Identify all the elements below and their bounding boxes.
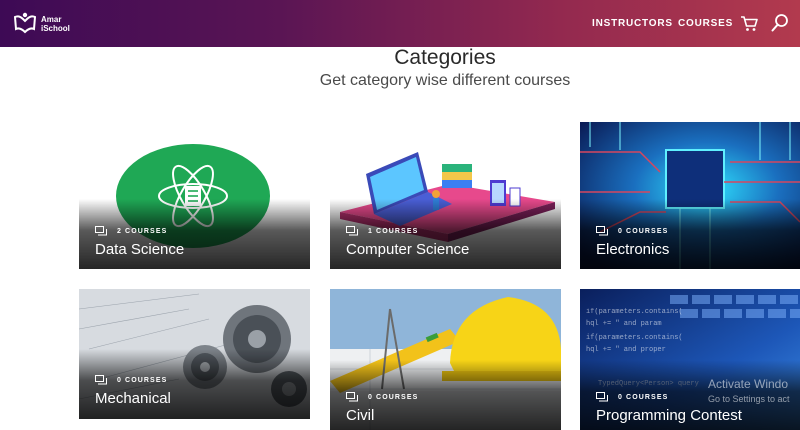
course-count: 0 COURSES: [117, 376, 168, 384]
category-card-programming-contest[interactable]: if(parameters.contains( hql += " and par…: [580, 289, 800, 430]
course-count-row: 0 COURSES: [95, 375, 167, 385]
book-stack-icon: [346, 226, 358, 236]
svg-text:hql += " and param: hql += " and param: [586, 320, 662, 328]
course-count: 0 COURSES: [368, 393, 419, 401]
category-card-electronics[interactable]: 0 COURSES Electronics: [580, 122, 800, 269]
category-card-mechanical[interactable]: 0 COURSES Mechanical: [79, 289, 310, 419]
course-count-row: 0 COURSES: [346, 392, 418, 402]
category-card-civil[interactable]: 0 COURSES Civil: [330, 289, 561, 430]
course-count: 2 COURSES: [117, 227, 168, 235]
top-navbar: Amar iSchool INSTRUCTORS COURSES: [0, 0, 800, 47]
category-name[interactable]: Civil: [346, 407, 374, 424]
search-icon[interactable]: [771, 13, 789, 33]
book-stack-icon: [346, 392, 358, 402]
course-count-row: 1 COURSES: [346, 226, 418, 236]
course-count: 1 COURSES: [368, 227, 419, 235]
svg-text:hql += " and proper: hql += " and proper: [586, 346, 666, 354]
category-name[interactable]: Data Science: [95, 241, 184, 258]
brand-name: Amar iSchool: [41, 15, 70, 33]
book-stack-icon: [596, 226, 608, 236]
svg-text:if(parameters.contains(: if(parameters.contains(: [586, 308, 683, 316]
brand-line-2: iSchool: [41, 24, 70, 33]
category-name[interactable]: Programming Contest: [596, 407, 742, 424]
section-subtitle: Get category wise different courses: [319, 72, 571, 89]
course-count: 0 COURSES: [618, 393, 669, 401]
cart-icon[interactable]: [740, 15, 758, 32]
svg-text:if(parameters.contains(: if(parameters.contains(: [586, 334, 683, 342]
course-count: 0 COURSES: [618, 227, 669, 235]
brand-line-1: Amar: [41, 15, 62, 24]
nav-instructors[interactable]: INSTRUCTORS: [592, 18, 673, 29]
category-name[interactable]: Mechanical: [95, 390, 171, 407]
brand-logo[interactable]: Amar iSchool: [12, 9, 92, 39]
nav-courses[interactable]: COURSES: [678, 18, 733, 29]
category-card-computer-science[interactable]: 1 COURSES Computer Science: [330, 122, 561, 269]
logo-mark-icon: [13, 12, 37, 34]
course-count-row: 2 COURSES: [95, 226, 167, 236]
category-name[interactable]: Computer Science: [346, 241, 469, 258]
book-stack-icon: [596, 392, 608, 402]
windows-activation-hint: Go to Settings to act: [708, 394, 790, 404]
book-stack-icon: [95, 375, 107, 385]
windows-activation-watermark: Activate Windo: [708, 377, 789, 391]
course-count-row: 0 COURSES: [596, 226, 668, 236]
course-count-row: 0 COURSES: [596, 392, 668, 402]
section-title: Categories: [394, 46, 496, 69]
category-name[interactable]: Electronics: [596, 241, 669, 258]
category-card-data-science[interactable]: 2 COURSES Data Science: [79, 122, 310, 269]
book-stack-icon: [95, 226, 107, 236]
